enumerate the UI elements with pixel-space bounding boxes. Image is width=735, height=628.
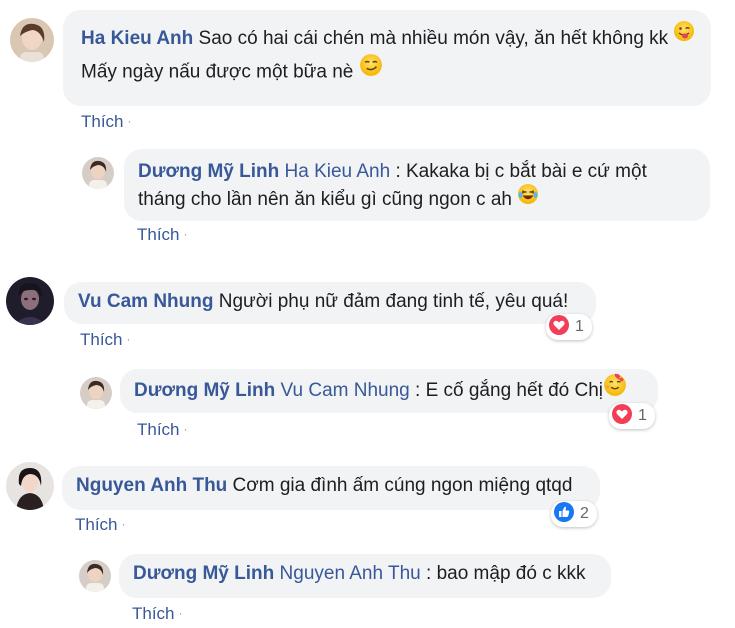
comment-bubble: Ha Kieu Anh Sao có hai cái chén mà nhiều… bbox=[63, 10, 711, 106]
avatar[interactable] bbox=[10, 18, 54, 62]
mention-link[interactable]: Vu Cam Nhung bbox=[275, 380, 410, 401]
comment-text-line2: Mấy ngày nấu được một bữa nè bbox=[81, 62, 359, 83]
avatar[interactable] bbox=[79, 560, 111, 592]
laugh-tears-emoji bbox=[517, 183, 539, 213]
comment-bubble: Vu Cam Nhung Người phụ nữ đảm đang tinh … bbox=[64, 282, 596, 324]
avatar[interactable] bbox=[82, 157, 114, 189]
like-link[interactable]: Thích · bbox=[137, 420, 188, 441]
love-reaction-icon bbox=[612, 403, 632, 429]
reaction-count[interactable]: 2 bbox=[551, 501, 597, 527]
like-link[interactable]: Thích · bbox=[75, 515, 126, 536]
comment-bubble: Nguyen Anh Thu Cơm gia đình ấm cúng ngon… bbox=[62, 466, 600, 510]
comment-text: Người phụ nữ đảm đang tinh tế, yêu quá! bbox=[213, 291, 569, 312]
reply-text-line2: tháng cho lần nên ăn kiểu gì cũng ngon c… bbox=[138, 189, 518, 211]
tongue-wink-emoji bbox=[673, 20, 695, 53]
comment-author[interactable]: Vu Cam Nhung bbox=[78, 291, 213, 312]
comment-text: Cơm gia đình ấm cúng ngon miệng qtqd bbox=[227, 475, 573, 496]
reply-text: : E cố gắng hết đó Chị bbox=[409, 380, 604, 402]
comment-author[interactable]: Ha Kieu Anh bbox=[81, 28, 193, 49]
reaction-number: 2 bbox=[580, 505, 589, 522]
love-reaction-icon bbox=[549, 314, 569, 340]
reply-author[interactable]: Dương Mỹ Linh bbox=[138, 161, 279, 182]
reply-author[interactable]: Dương Mỹ Linh bbox=[134, 380, 275, 401]
like-link[interactable]: Thích · bbox=[81, 112, 132, 133]
reply-text: : Kakaka bị c bắt bài e cứ một bbox=[390, 161, 647, 182]
avatar[interactable] bbox=[80, 377, 112, 409]
avatar[interactable] bbox=[6, 277, 54, 325]
mention-link[interactable]: Nguyen Anh Thu bbox=[274, 563, 421, 584]
reply-bubble: Dương Mỹ Linh Nguyen Anh Thu : bao mập đ… bbox=[119, 554, 611, 598]
reaction-count[interactable]: 1 bbox=[609, 403, 655, 429]
like-link[interactable]: Thích · bbox=[80, 330, 131, 351]
reaction-number: 1 bbox=[575, 318, 584, 335]
avatar[interactable] bbox=[6, 462, 54, 510]
reply-author[interactable]: Dương Mỹ Linh bbox=[133, 563, 274, 584]
mention-link[interactable]: Ha Kieu Anh bbox=[279, 161, 391, 182]
comment-text: Sao có hai cái chén mà nhiều món vậy, ăn… bbox=[193, 28, 669, 49]
comment-author[interactable]: Nguyen Anh Thu bbox=[76, 475, 227, 496]
reaction-number: 1 bbox=[638, 407, 647, 424]
smirk-emoji bbox=[359, 53, 383, 88]
reaction-count[interactable]: 1 bbox=[546, 314, 592, 340]
like-reaction-icon bbox=[554, 501, 574, 527]
reply-bubble: Dương Mỹ Linh Ha Kieu Anh : Kakaka bị c … bbox=[124, 149, 710, 221]
reply-bubble: Dương Mỹ Linh Vu Cam Nhung : E cố gắng h… bbox=[120, 369, 658, 413]
like-link[interactable]: Thích · bbox=[132, 604, 183, 625]
heart-eyes-hug-emoji bbox=[603, 373, 627, 405]
reply-text: : bao mập đó c kkk bbox=[420, 563, 586, 584]
like-link[interactable]: Thích · bbox=[137, 225, 188, 246]
